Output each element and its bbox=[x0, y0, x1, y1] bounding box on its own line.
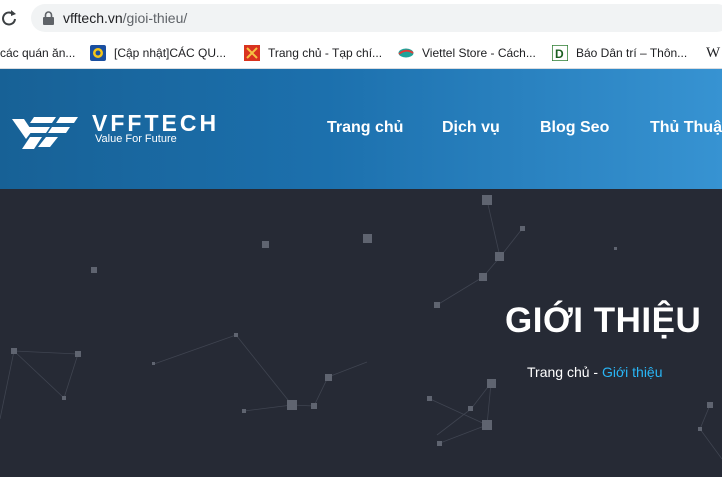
vfftech-logo-mark-icon bbox=[12, 117, 78, 149]
bookmark-label: Viettel Store - Cách... bbox=[422, 46, 536, 60]
bookmarks-bar: các quán ăn... [Cập nhật]CÁC QU... Trang… bbox=[0, 36, 722, 69]
breadcrumb: Trang chủ - Giới thiệu bbox=[527, 364, 663, 380]
bookmark-item[interactable]: D Báo Dân trí – Thôn... bbox=[552, 44, 687, 62]
magazine-favicon-icon bbox=[244, 45, 260, 61]
browser-toolbar: vfftech.vn/gioi-thieu/ bbox=[0, 0, 722, 36]
logo[interactable]: VFFTECH Value For Future bbox=[12, 110, 216, 161]
site-header: VFFTECH Value For Future Trang chủ Dịch … bbox=[0, 69, 722, 189]
page-title: GIỚI THIỆU bbox=[505, 301, 702, 340]
nav-item-blog-seo[interactable]: Blog Seo bbox=[540, 119, 609, 137]
url-domain: vfftech.vn bbox=[63, 10, 123, 26]
bookmark-item[interactable]: Viettel Store - Cách... bbox=[398, 44, 536, 62]
nav-item-tips[interactable]: Thủ Thuật bbox=[650, 119, 722, 137]
lock-icon[interactable] bbox=[42, 11, 55, 25]
nav-item-home[interactable]: Trang chủ bbox=[327, 119, 403, 137]
breadcrumb-separator: - bbox=[589, 364, 602, 380]
bookmark-item[interactable]: Trang chủ - Tạp chí... bbox=[244, 44, 382, 62]
bookmark-label: Báo Dân trí – Thôn... bbox=[576, 46, 688, 60]
hero-banner: GIỚI THIỆU Trang chủ - Giới thiệu bbox=[0, 189, 722, 477]
bookmark-item[interactable]: các quán ăn... bbox=[0, 44, 75, 62]
globe-favicon-icon bbox=[90, 45, 106, 61]
breadcrumb-home-link[interactable]: Trang chủ bbox=[527, 364, 590, 380]
bookmark-item[interactable]: [Cập nhật]CÁC QU... bbox=[90, 44, 226, 62]
url-path: /gioi-thieu/ bbox=[122, 10, 188, 26]
bookmark-item[interactable]: W bbox=[706, 44, 720, 62]
svg-text:D: D bbox=[555, 47, 564, 61]
dantri-favicon-icon: D bbox=[552, 45, 568, 61]
url-text[interactable]: vfftech.vn/gioi-thieu/ bbox=[63, 10, 187, 26]
nav-item-services[interactable]: Dịch vụ bbox=[442, 119, 500, 137]
viettel-favicon-icon bbox=[398, 48, 414, 58]
address-bar[interactable]: vfftech.vn/gioi-thieu/ bbox=[31, 4, 722, 32]
logo-tagline: Value For Future bbox=[95, 133, 177, 145]
bookmark-label: W bbox=[706, 44, 721, 61]
bookmark-label: Trang chủ - Tạp chí... bbox=[268, 46, 383, 60]
bookmark-label: các quán ăn... bbox=[0, 46, 76, 60]
reload-icon[interactable] bbox=[0, 7, 18, 29]
breadcrumb-current: Giới thiệu bbox=[601, 364, 663, 380]
bookmark-label: [Cập nhật]CÁC QU... bbox=[114, 46, 227, 60]
